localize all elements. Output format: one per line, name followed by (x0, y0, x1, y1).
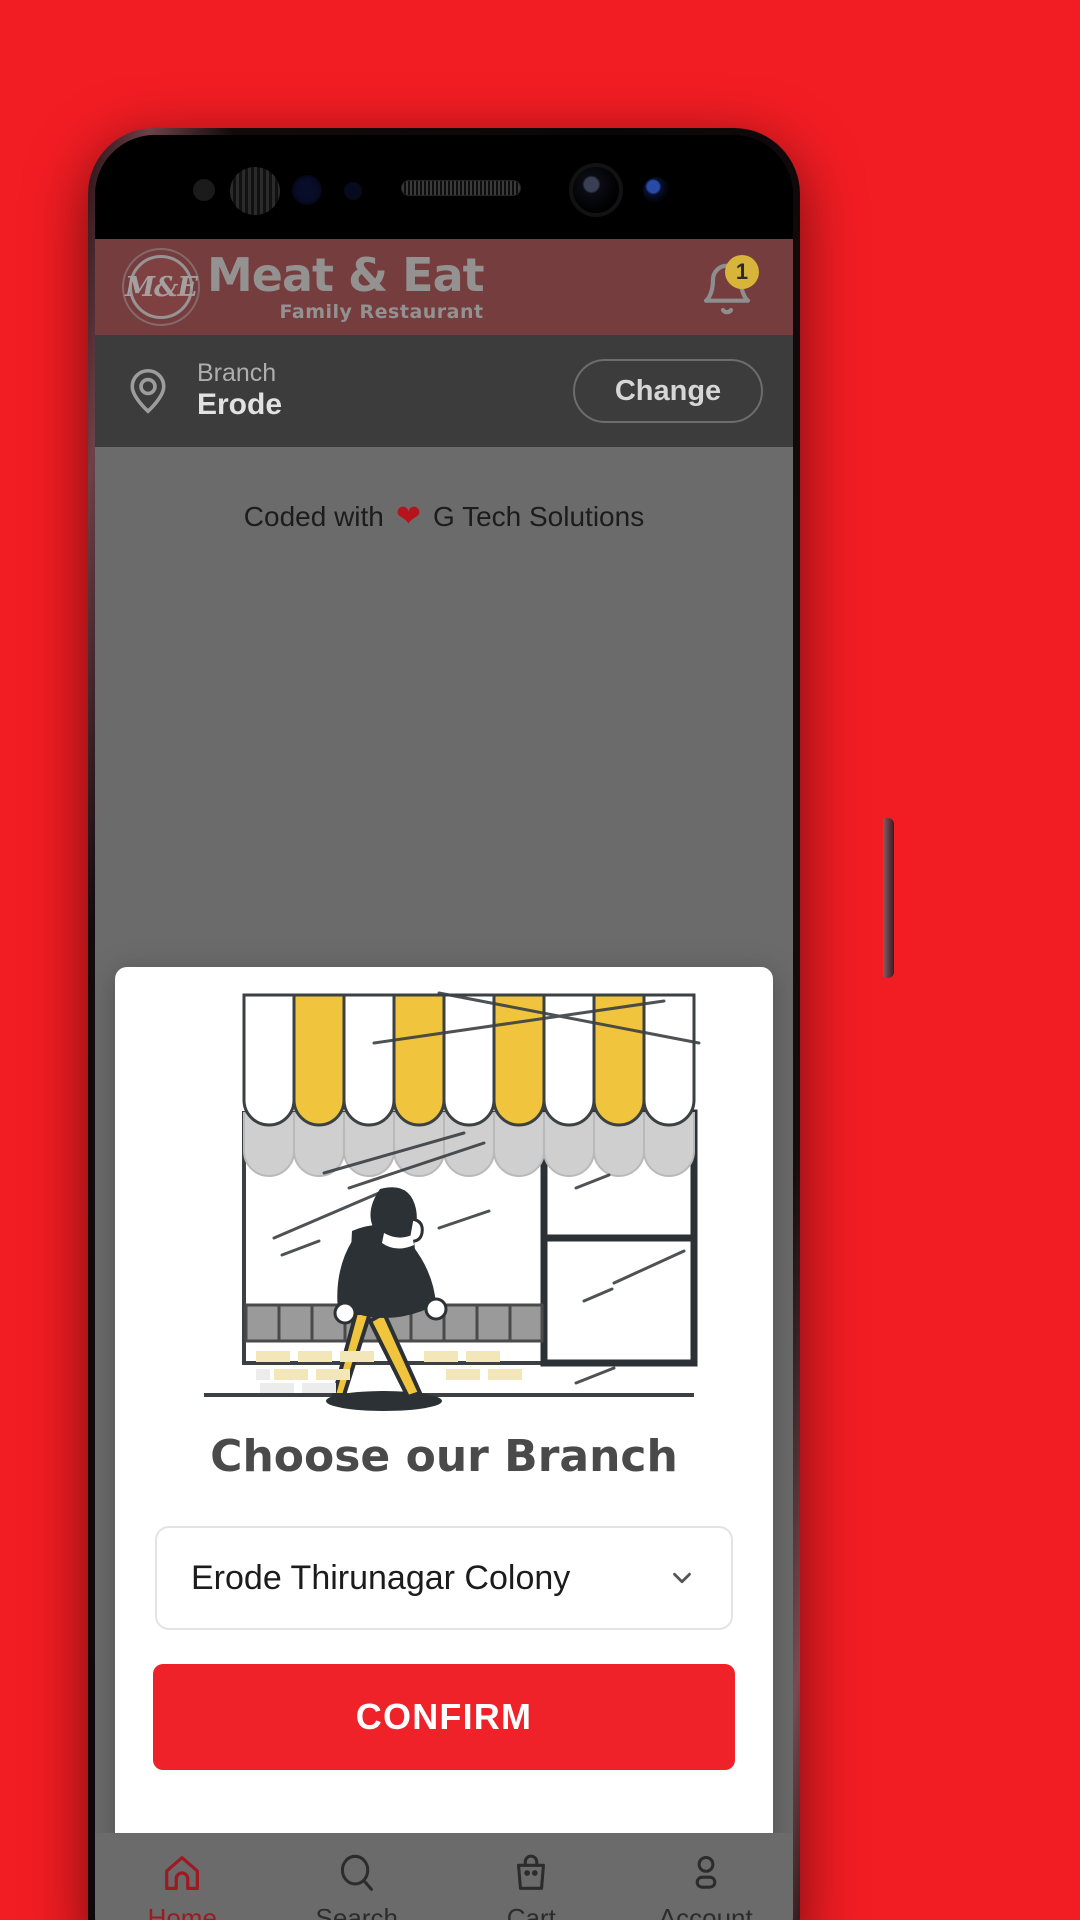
nav-item-search[interactable]: Search (270, 1850, 445, 1920)
branch-label: Branch (197, 358, 277, 387)
phone-device-frame: M&E Meat & Eat Family Restaurant 1 Branc… (88, 128, 894, 1920)
ir-sensor-icon (344, 182, 362, 200)
storefront-illustration-icon (184, 983, 704, 1423)
app-header: M&E Meat & Eat Family Restaurant 1 (95, 239, 793, 335)
iris-scanner-icon (292, 175, 322, 205)
nav-item-cart[interactable]: Cart (444, 1850, 619, 1920)
device-sensor-strip (95, 135, 793, 239)
nav-label-search: Search (315, 1903, 398, 1920)
choose-branch-modal: Choose our Branch Erode Thirunagar Colon… (115, 967, 773, 1907)
branch-value: Erode (197, 388, 283, 422)
app-body: Coded with ❤ G Tech Solutions Choose our… (95, 447, 793, 1920)
proximity-sensor-icon (193, 179, 215, 201)
credit-suffix: G Tech Solutions (433, 500, 645, 532)
brand-name: Meat & Eat (207, 248, 485, 302)
brand-logo: M&E Meat & Eat Family Restaurant (122, 248, 485, 326)
heart-icon: ❤ (395, 500, 422, 533)
change-branch-button[interactable]: Change (573, 359, 763, 423)
search-icon (340, 1854, 373, 1891)
brand-tagline: Family Restaurant (279, 301, 484, 323)
phone-screen-area: M&E Meat & Eat Family Restaurant 1 Branc… (95, 135, 793, 1920)
power-button[interactable] (883, 818, 894, 978)
app-screen: M&E Meat & Eat Family Restaurant 1 Branc… (95, 239, 793, 1920)
logo-badge-icon: M&E (122, 248, 200, 326)
modal-title: Choose our Branch (210, 1431, 678, 1482)
nav-label-home: Home (147, 1903, 217, 1920)
confirm-button[interactable]: CONFIRM (153, 1664, 735, 1770)
notification-bell-button[interactable]: 1 (699, 255, 759, 317)
branch-select-dropdown[interactable]: Erode Thirunagar Colony (155, 1526, 733, 1630)
nav-label-account: Account (658, 1903, 753, 1920)
branch-select-value: Erode Thirunagar Colony (191, 1558, 571, 1597)
bottom-navigation-bar: Home Search Cart Account (95, 1833, 793, 1920)
home-icon (165, 1856, 200, 1890)
location-pin-icon (130, 369, 166, 414)
credit-prefix: Coded with (243, 500, 384, 532)
depth-camera-icon (643, 177, 670, 204)
speaker-grill-icon (230, 167, 280, 215)
page-root: M&E Meat & Eat Family Restaurant 1 Branc… (0, 0, 1080, 1920)
logo-badge-text: M&E (125, 271, 198, 303)
nav-label-cart: Cart (506, 1903, 556, 1920)
chevron-down-icon (673, 1572, 691, 1584)
account-icon (695, 1855, 717, 1889)
cart-icon (517, 1854, 546, 1890)
nav-item-home[interactable]: Home (95, 1850, 270, 1920)
front-camera-icon (573, 167, 619, 213)
branch-bar: Branch Erode Change (95, 335, 793, 447)
nav-item-account[interactable]: Account (619, 1850, 794, 1920)
earpiece-speaker-icon (401, 180, 521, 196)
credit-line: Coded with ❤ G Tech Solutions (95, 499, 793, 534)
notification-count-badge: 1 (725, 255, 759, 289)
